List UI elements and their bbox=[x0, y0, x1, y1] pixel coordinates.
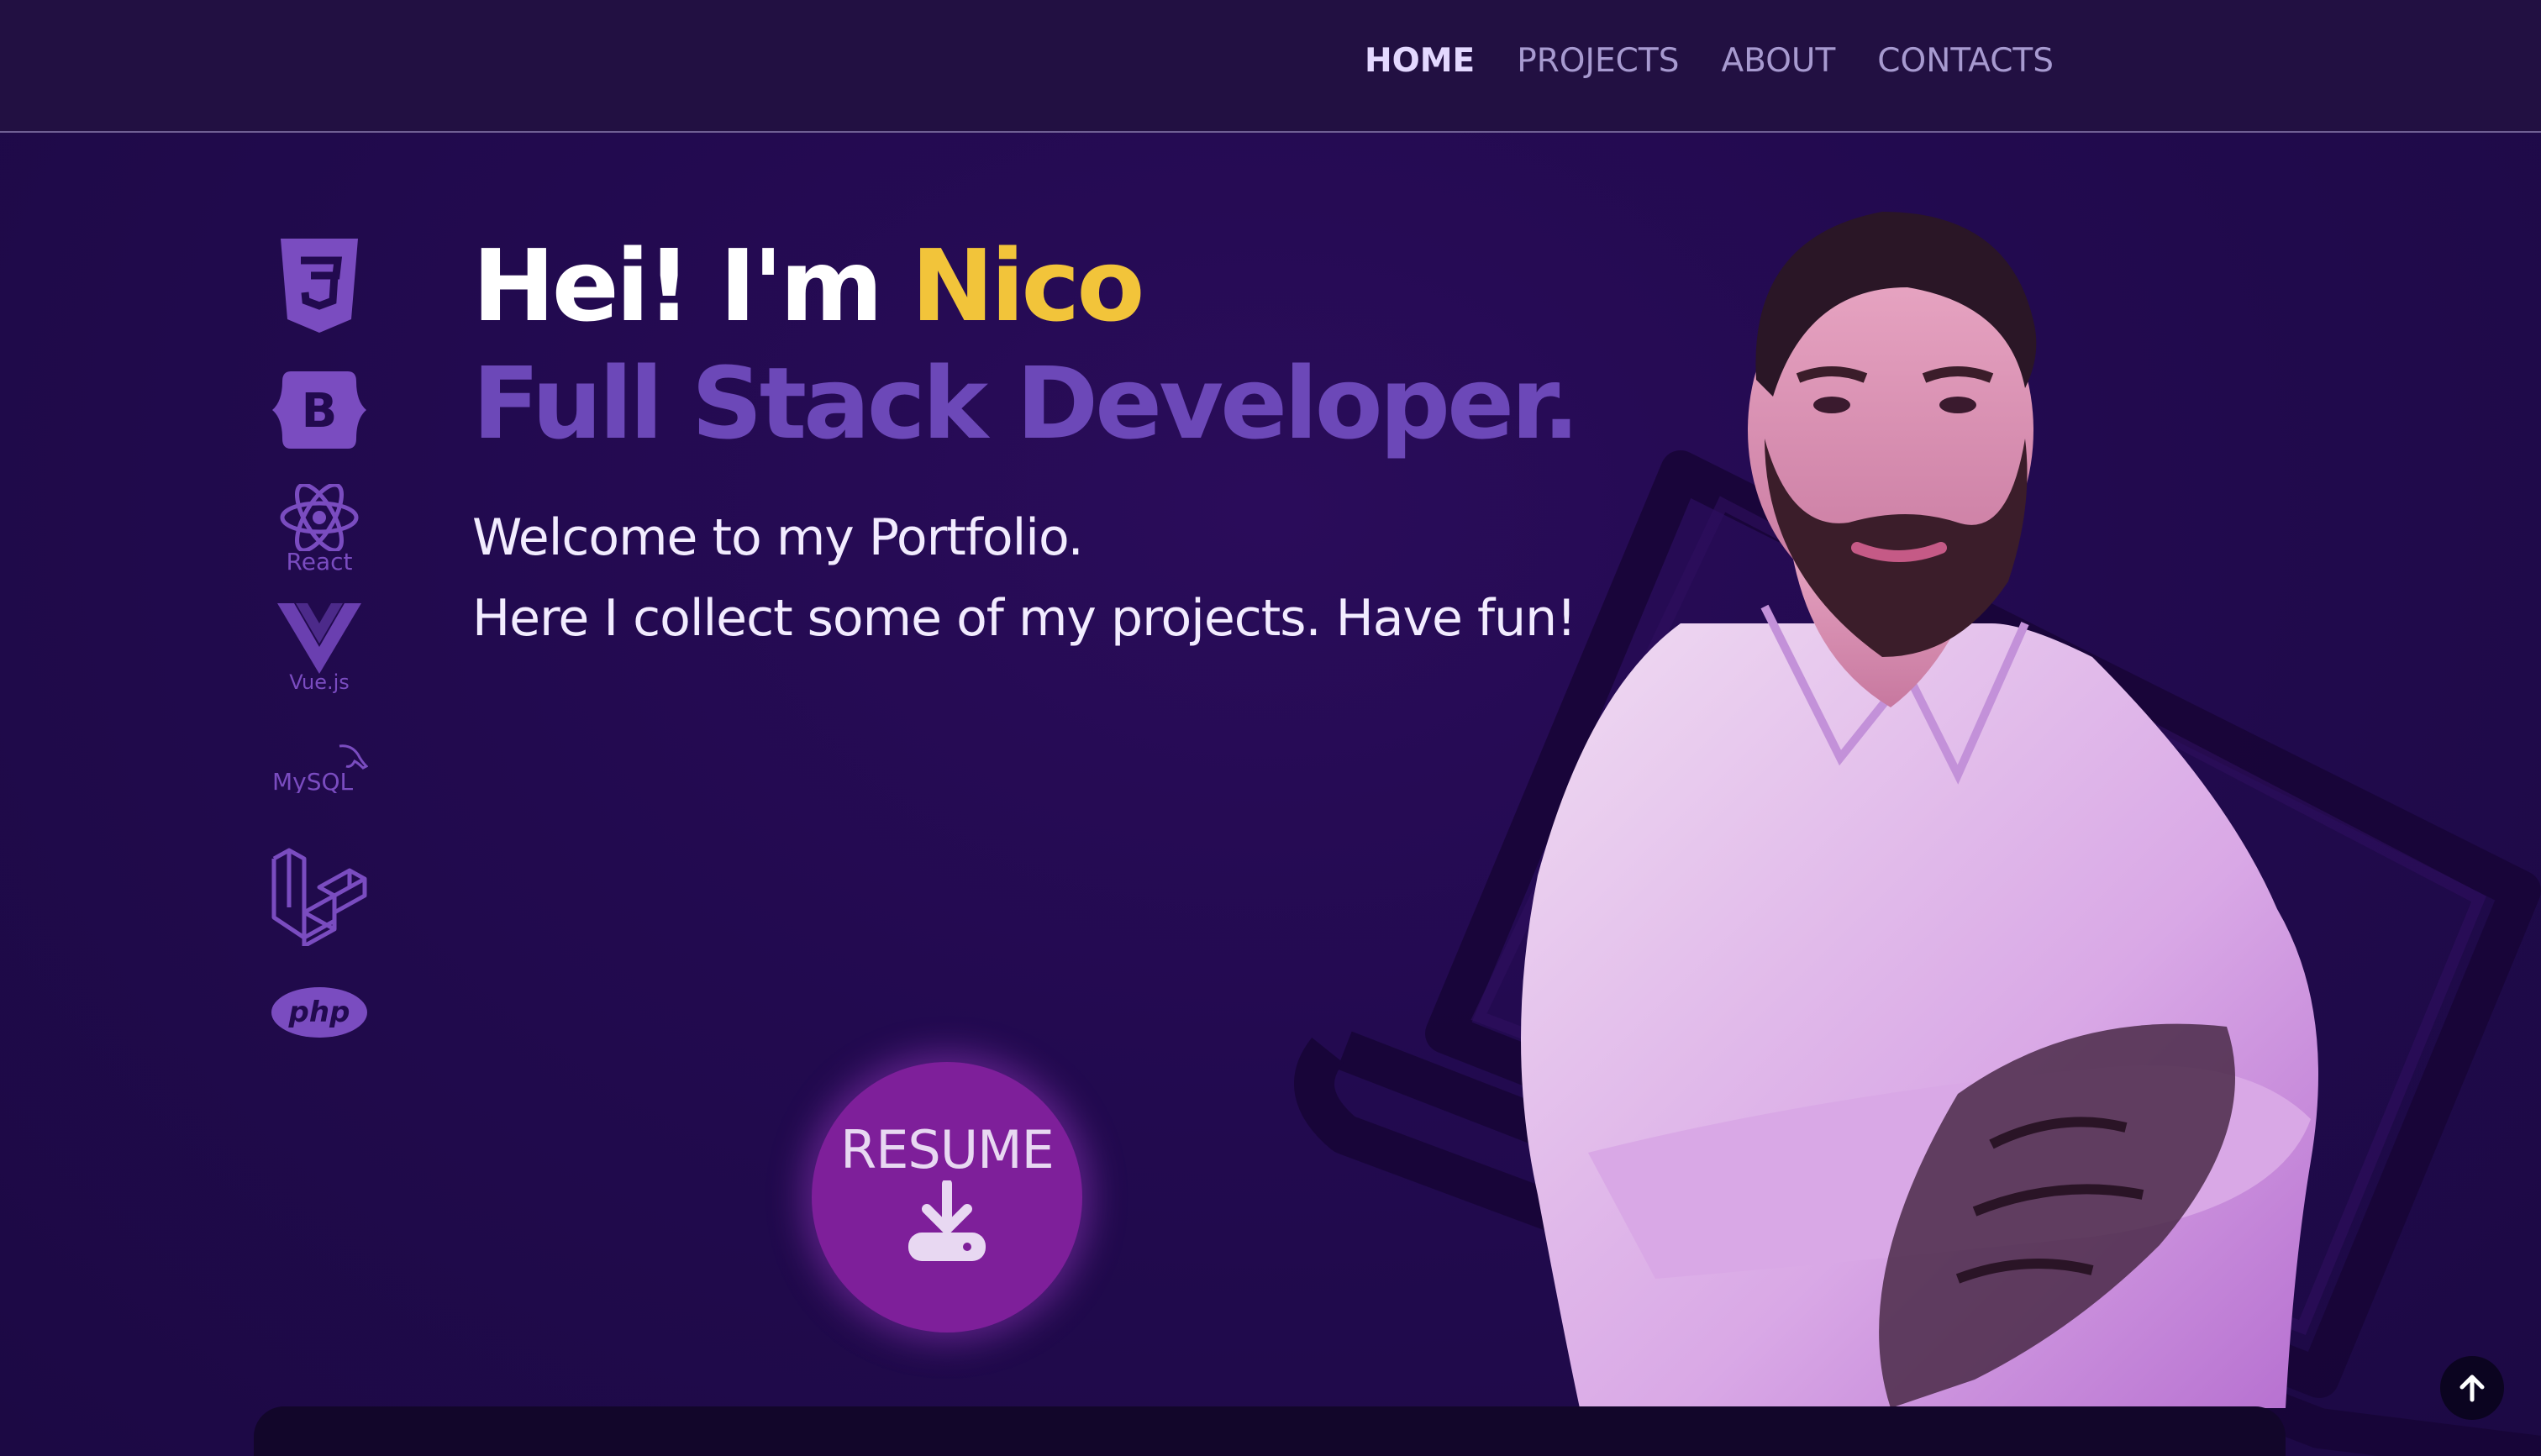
mysql-caption: MySQL bbox=[272, 768, 354, 793]
nav-about-link[interactable]: ABOUT bbox=[1721, 42, 1835, 80]
hero-greeting: Hei! I'm bbox=[472, 228, 912, 344]
mysql-icon: MySQL bbox=[269, 743, 370, 793]
hero-name: Nico bbox=[911, 228, 1144, 344]
hero-welcome-text: Welcome to my Portfolio. bbox=[472, 508, 1084, 567]
scroll-to-top-button[interactable] bbox=[2440, 1356, 2504, 1420]
vuejs-icon: Vue.js bbox=[269, 603, 370, 694]
download-icon bbox=[908, 1180, 986, 1261]
bootstrap-icon: B bbox=[269, 371, 370, 449]
php-icon: php bbox=[269, 986, 370, 1038]
page: HOME PROJECTS ABOUT CONTACTS B React Vue… bbox=[0, 0, 2541, 1456]
top-navbar: HOME PROJECTS ABOUT CONTACTS bbox=[0, 0, 2541, 133]
hero-role: Full Stack Developer. bbox=[472, 345, 1580, 461]
css3-icon bbox=[269, 239, 370, 334]
laravel-icon bbox=[269, 847, 370, 946]
nav-contacts-link[interactable]: CONTACTS bbox=[1877, 42, 2054, 80]
arrow-up-icon bbox=[2459, 1375, 2485, 1402]
hero-section: Hei! I'm Nico Full Stack Developer. Welc… bbox=[472, 227, 1580, 659]
nav-projects-link[interactable]: PROJECTS bbox=[1517, 42, 1679, 80]
react-caption: React bbox=[286, 548, 353, 576]
resume-label: RESUME bbox=[840, 1118, 1055, 1180]
hero-title: Hei! I'm Nico bbox=[472, 227, 1576, 344]
svg-text:B: B bbox=[302, 384, 338, 439]
php-caption: php bbox=[288, 996, 350, 1029]
nav-links: HOME PROJECTS ABOUT CONTACTS bbox=[1365, 42, 2054, 80]
react-icon: React bbox=[269, 484, 370, 576]
profile-photo bbox=[1521, 212, 2318, 1408]
next-section-panel bbox=[254, 1406, 2286, 1456]
hero-intro-text: Here I collect some of my projects. Have… bbox=[472, 589, 1576, 648]
resume-download-button[interactable]: RESUME bbox=[812, 1062, 1082, 1332]
vuejs-caption: Vue.js bbox=[289, 670, 350, 694]
nav-home-link[interactable]: HOME bbox=[1365, 42, 1475, 80]
